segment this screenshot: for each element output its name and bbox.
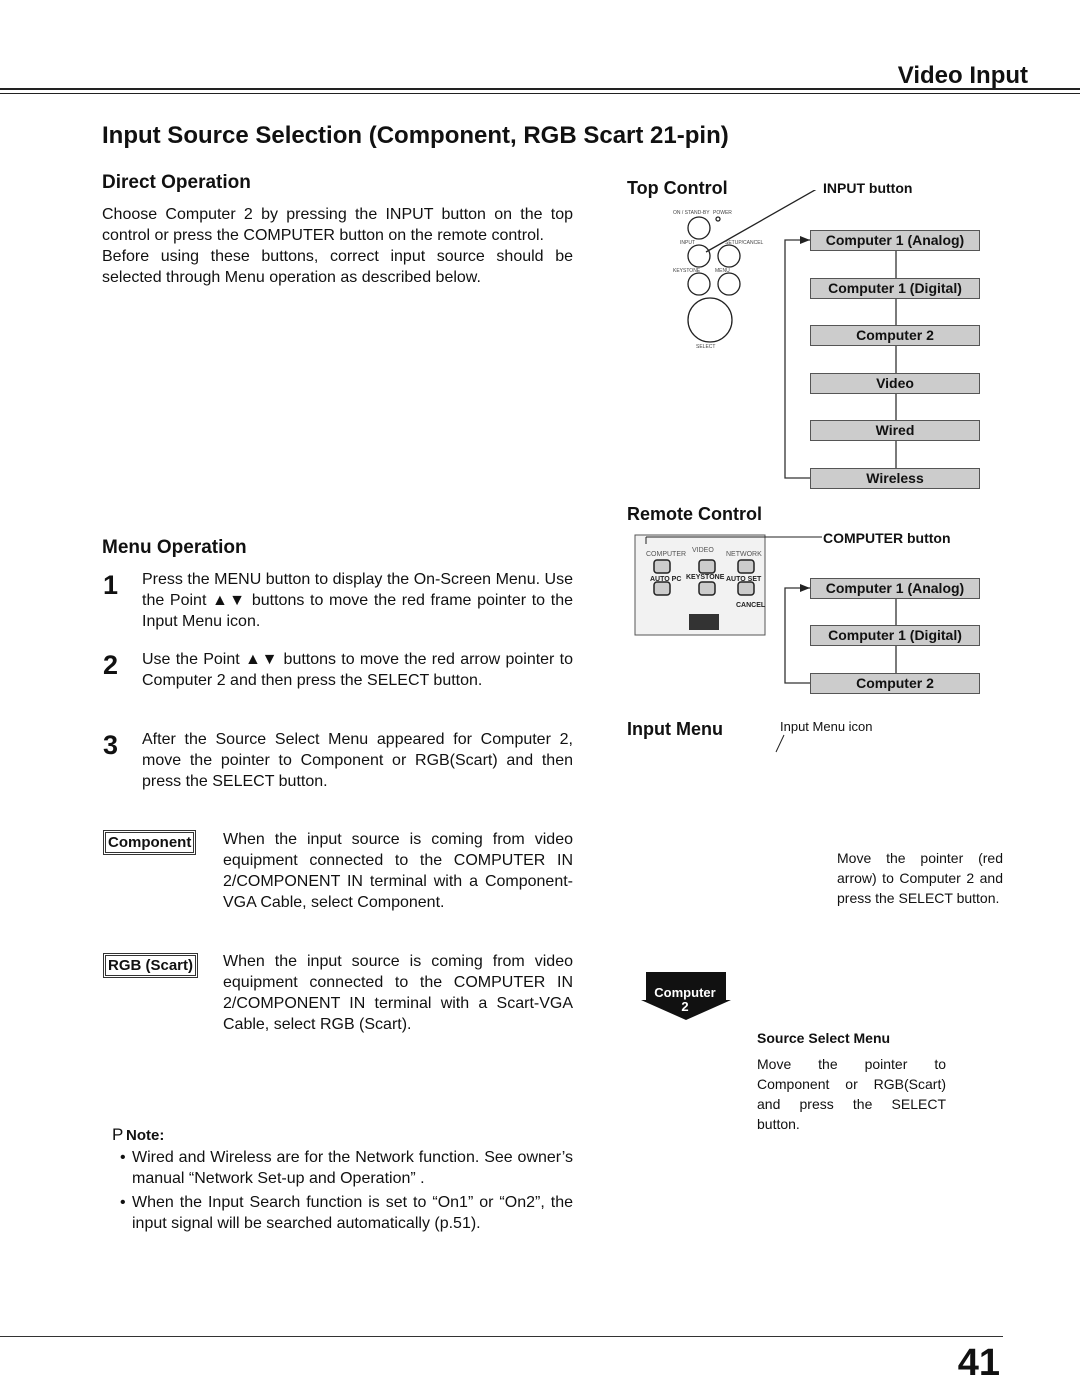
remote-control-heading: Remote Control	[627, 504, 762, 524]
input-menu-heading: Input Menu	[627, 719, 723, 739]
rgb-scart-option-label: RGB (Scart)	[102, 953, 199, 978]
input-menu-note: Move the pointer (red arrow) to Computer…	[837, 850, 1003, 906]
source-select-note: Move the pointer to Component or RGB(Sca…	[757, 1056, 946, 1132]
note-item-text: Wired and Wireless are for the Network f…	[132, 1149, 573, 1187]
direct-operation-heading: Direct Operation	[102, 172, 251, 193]
remote-seq-computer2: Computer 2	[810, 673, 980, 694]
top-seq-computer2: Computer 2	[810, 325, 980, 346]
direct-p1: Choose Computer 2 by pressing the INPUT …	[102, 206, 573, 244]
component-option-label: Component	[102, 830, 197, 855]
svg-text:AUTO SET: AUTO SET	[726, 576, 762, 583]
arrow-label-line2: 2	[681, 999, 689, 1014]
top-seq-computer1-digital: Computer 1 (Digital)	[810, 278, 980, 299]
remote-seq-computer1-digital: Computer 1 (Digital)	[810, 625, 980, 646]
direct-operation-text: Choose Computer 2 by pressing the INPUT …	[102, 204, 573, 288]
svg-text:POWER: POWER	[713, 210, 732, 216]
svg-text:CANCEL: CANCEL	[736, 602, 766, 609]
note-item: • When the Input Search function is set t…	[120, 1194, 573, 1232]
step-text-1: Press the MENU button to display the On-…	[142, 571, 573, 630]
section-title: Video Input	[897, 62, 1028, 89]
page-title: Input Source Selection (Component, RGB S…	[102, 122, 729, 149]
footer-rule	[0, 1336, 1003, 1337]
note-icon: P	[112, 1125, 124, 1144]
svg-text:SELECT: SELECT	[696, 344, 715, 350]
remote-seq-computer1-analog: Computer 1 (Analog)	[810, 578, 980, 599]
note-list: • Wired and Wireless are for the Network …	[120, 1147, 573, 1234]
note-item-text: When the Input Search function is set to…	[132, 1194, 573, 1232]
step-text-3: After the Source Select Menu appeared fo…	[142, 731, 573, 790]
component-option-text: When the input source is coming from vid…	[223, 831, 573, 911]
top-seq-wireless: Wireless	[810, 468, 980, 489]
svg-text:AUTO PC: AUTO PC	[650, 576, 681, 583]
manual-page: { "header":{"section":"Video Input"}, "t…	[0, 0, 1080, 1397]
svg-text:ON / STAND-BY: ON / STAND-BY	[673, 210, 710, 216]
note-item: • Wired and Wireless are for the Network …	[120, 1149, 573, 1187]
note-heading: Note:	[126, 1127, 165, 1144]
svg-text:INPUT: INPUT	[680, 240, 695, 246]
svg-text:VIDEO: VIDEO	[692, 547, 714, 554]
svg-text:NETWORK: NETWORK	[726, 551, 762, 558]
top-seq-computer1-analog: Computer 1 (Analog)	[810, 230, 980, 251]
svg-text:SETUP/CANCEL: SETUP/CANCEL	[725, 240, 764, 246]
page-number: 41	[957, 1342, 1000, 1384]
header-rule	[0, 88, 1080, 94]
menu-operation-heading: Menu Operation	[102, 537, 247, 558]
arrow-label: Computer 2	[640, 986, 730, 1014]
step-number-1: 1	[103, 570, 119, 600]
source-select-heading: Source Select Menu	[757, 1030, 891, 1046]
top-seq-wired: Wired	[810, 420, 980, 441]
top-seq-video: Video	[810, 373, 980, 394]
rgb-scart-option-text: When the input source is coming from vid…	[223, 953, 573, 1033]
top-control-flow-arrows	[784, 236, 900, 479]
input-menu-icon-label: Input Menu icon	[780, 719, 873, 734]
step-number-2: 2	[103, 650, 119, 680]
step-number-3: 3	[103, 730, 119, 760]
step-text-2: Use the Point ▲▼ buttons to move the red…	[142, 651, 573, 689]
computer-button-callout: COMPUTER button	[823, 530, 951, 546]
arrow-label-line1: Computer	[654, 985, 716, 1000]
svg-text:MENU: MENU	[715, 268, 730, 274]
svg-text:COMPUTER: COMPUTER	[646, 551, 686, 558]
input-menu-icon-pointer-line	[775, 734, 785, 753]
direct-p2: Before using these buttons, correct inpu…	[102, 248, 573, 286]
svg-text:KEYSTONE: KEYSTONE	[686, 574, 725, 581]
svg-text:KEYSTONE: KEYSTONE	[673, 268, 701, 274]
